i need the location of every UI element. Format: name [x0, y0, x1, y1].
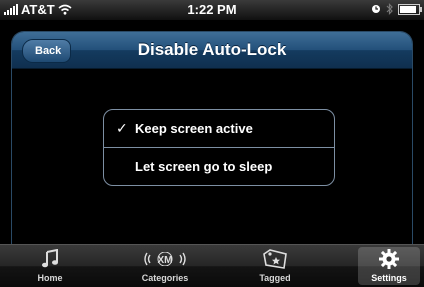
- option-keep-screen-active[interactable]: ✓ Keep screen active: [104, 110, 334, 148]
- alarm-clock-icon: [371, 4, 381, 14]
- tab-categories[interactable]: XM Categories: [130, 247, 200, 285]
- tab-label: Home: [37, 273, 63, 283]
- battery-icon: [398, 3, 422, 15]
- auto-lock-options: ✓ Keep screen active Let screen go to sl…: [103, 109, 335, 186]
- tab-tagged[interactable]: Tagged: [243, 247, 307, 285]
- music-note-icon: [22, 247, 78, 271]
- tab-label: Tagged: [259, 273, 291, 283]
- option-label: Keep screen active: [135, 121, 253, 136]
- settings-panel: Back Disable Auto-Lock ✓ Keep screen act…: [12, 32, 412, 264]
- page-title: Disable Auto-Lock: [137, 40, 287, 59]
- tab-home[interactable]: Home: [22, 247, 78, 285]
- tab-settings[interactable]: Settings: [358, 247, 420, 285]
- option-let-screen-sleep[interactable]: Let screen go to sleep: [104, 148, 334, 185]
- gear-icon: [358, 247, 420, 271]
- status-right: [371, 3, 422, 15]
- status-bar: AT&T 1:22 PM: [0, 0, 424, 20]
- tab-bar: Home XM Categories Tagged Settings: [0, 244, 424, 287]
- checkmark-icon: ✓: [116, 120, 128, 136]
- tab-label: Settings: [371, 273, 407, 283]
- navigation-bar: Back Disable Auto-Lock: [12, 32, 412, 69]
- tab-label: Categories: [141, 273, 189, 283]
- bluetooth-icon: [386, 3, 393, 15]
- xm-radio-icon: XM: [130, 247, 200, 271]
- option-label: Let screen go to sleep: [135, 159, 273, 174]
- tag-icon: [243, 247, 307, 271]
- status-time: 1:22 PM: [187, 2, 237, 17]
